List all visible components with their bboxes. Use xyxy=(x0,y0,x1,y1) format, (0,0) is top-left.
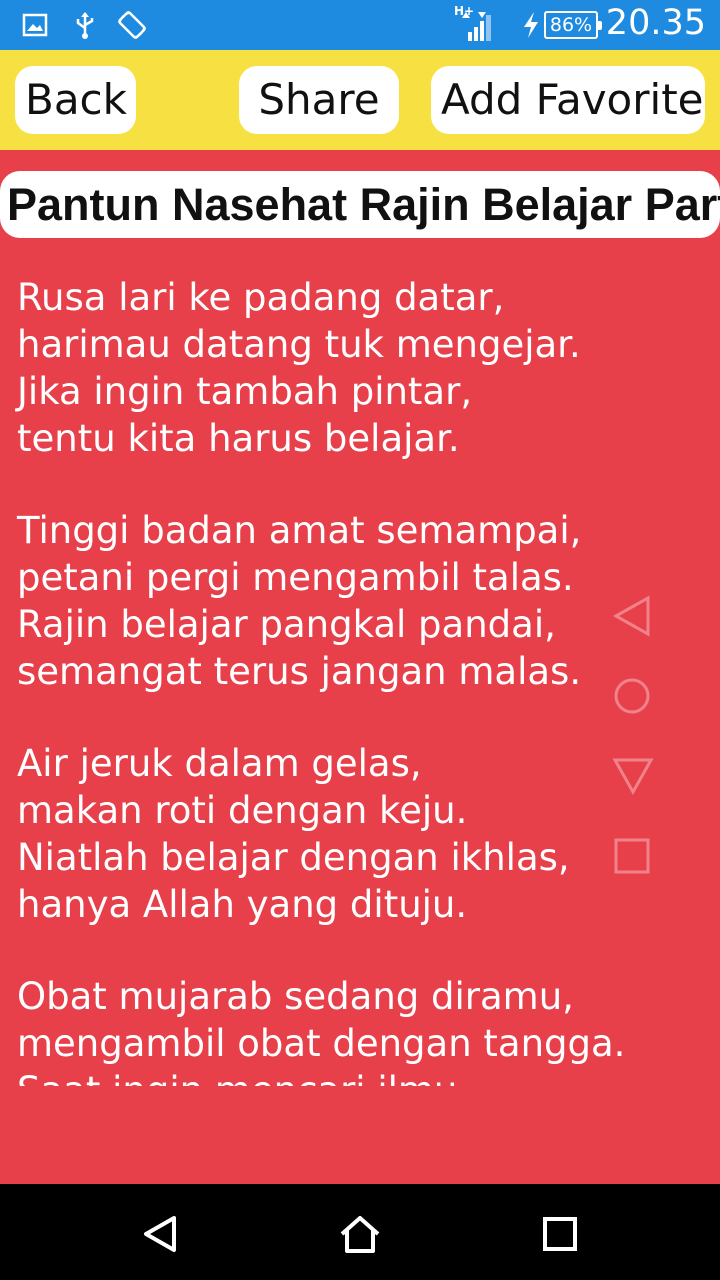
status-bar: H+ 86% 20.35 xyxy=(0,0,720,50)
stanza-4: Obat mujarab sedang diramu, mengambil ob… xyxy=(17,973,625,1086)
add-favorite-button[interactable]: Add Favorite xyxy=(431,66,705,134)
status-time: 20.35 xyxy=(605,3,706,43)
pantun-content[interactable]: Rusa lari ke padang datar, harimau datan… xyxy=(0,238,720,1086)
back-nav-icon[interactable] xyxy=(138,1212,182,1256)
back-button[interactable]: Back xyxy=(15,66,136,134)
stanza-line: mengambil obat dengan tangga. xyxy=(17,1022,626,1065)
toolbar: Back Share Add Favorite xyxy=(0,50,720,150)
stanza-line: Jika ingin tambah pintar, xyxy=(17,370,473,413)
stanza-line: semangat terus jangan malas. xyxy=(17,650,582,693)
stanza-line: makan roti dengan keju. xyxy=(17,789,468,832)
float-home-icon[interactable] xyxy=(612,676,652,716)
stanza-1: Rusa lari ke padang datar, harimau datan… xyxy=(17,274,581,462)
stanza-line: hanya Allah yang dituju. xyxy=(17,883,468,926)
usb-icon xyxy=(76,12,94,39)
battery-icon: 86% xyxy=(544,11,602,39)
charging-icon xyxy=(524,12,538,38)
stanza-line: Obat mujarab sedang diramu, xyxy=(17,975,574,1018)
float-recents-icon[interactable] xyxy=(612,836,652,876)
stanza-line: tentu kita harus belajar. xyxy=(17,417,460,460)
page-title: Pantun Nasehat Rajin Belajar Part xyxy=(7,179,720,230)
float-down-icon[interactable] xyxy=(612,756,654,796)
stanza-line: Tinggi badan amat semampai, xyxy=(17,509,582,552)
rotate-icon xyxy=(118,11,146,39)
screen: H+ 86% 20.35 Back Share Add Favorite Pan… xyxy=(0,0,720,1280)
stanza-line: petani pergi mengambil talas. xyxy=(17,556,574,599)
signal-icon xyxy=(462,12,491,41)
stanza-line: Saat ingin mencari ilmu, xyxy=(17,1067,625,1086)
stanza-line: Air jeruk dalam gelas, xyxy=(17,742,422,785)
stanza-3: Air jeruk dalam gelas, makan roti dengan… xyxy=(17,740,570,928)
title-bar: Pantun Nasehat Rajin Belajar Part xyxy=(0,171,720,238)
share-button[interactable]: Share xyxy=(239,66,399,134)
home-nav-icon[interactable] xyxy=(338,1212,382,1256)
float-back-icon[interactable] xyxy=(612,594,652,638)
stanza-2: Tinggi badan amat semampai, petani pergi… xyxy=(17,507,581,695)
battery-level: 86% xyxy=(549,14,593,36)
gallery-icon xyxy=(22,13,48,37)
stanza-line: Niatlah belajar dengan ikhlas, xyxy=(17,836,570,879)
recents-nav-icon[interactable] xyxy=(538,1212,582,1256)
system-nav-bar xyxy=(0,1184,720,1280)
stanza-line: harimau datang tuk mengejar. xyxy=(17,323,581,366)
stanza-line: Rajin belajar pangkal pandai, xyxy=(17,603,556,646)
stanza-line: Rusa lari ke padang datar, xyxy=(17,276,505,319)
